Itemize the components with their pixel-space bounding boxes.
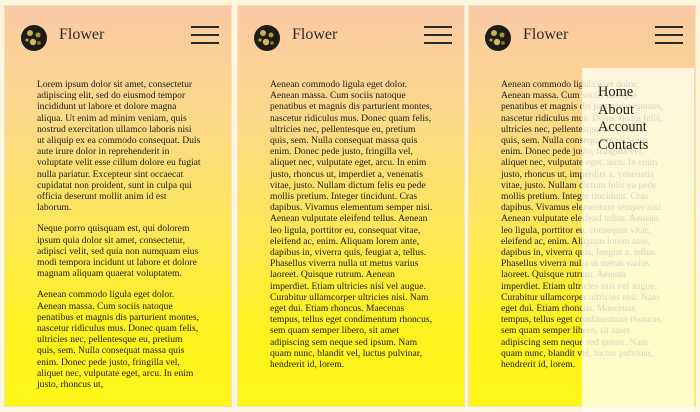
paragraph: Neque porro quisquam est, qui dolorem ip…	[37, 223, 199, 280]
app-title: Flower	[523, 26, 569, 43]
mobile-screen-1: Flower Lorem ipsum dolor sit amet, conse…	[5, 6, 231, 406]
nav-item-home[interactable]: Home	[598, 84, 694, 102]
article-text: Aenean commodo ligula eget dolor. Aenean…	[270, 79, 434, 380]
paragraph: Aenean commodo ligula eget dolor. Aenean…	[270, 79, 433, 371]
paragraph: Lorem ipsum dolor sit amet, consectetur …	[37, 79, 201, 214]
app-title: Flower	[59, 26, 105, 43]
nav-menu-list: Home About Account Contacts	[582, 68, 694, 154]
article-text: Lorem ipsum dolor sit amet, consectetur …	[37, 79, 201, 400]
header: Flower	[5, 6, 231, 68]
mobile-screen-2: Flower Aenean commodo ligula eget dolor.…	[238, 6, 464, 406]
paragraph: Aenean commodo ligula eget dolor. Aenean…	[37, 289, 199, 391]
flower-logo-icon[interactable]	[483, 23, 513, 53]
hamburger-menu-icon[interactable]	[191, 24, 219, 47]
header: Flower	[469, 6, 695, 68]
flower-logo-icon[interactable]	[252, 23, 282, 53]
nav-item-contacts[interactable]: Contacts	[598, 137, 694, 155]
flower-logo-icon[interactable]	[19, 23, 49, 53]
hamburger-menu-icon[interactable]	[424, 24, 452, 47]
nav-menu-panel: Home About Account Contacts	[582, 68, 694, 412]
hamburger-menu-icon[interactable]	[655, 24, 683, 47]
app-title: Flower	[292, 26, 338, 43]
nav-item-about[interactable]: About	[598, 102, 694, 120]
header: Flower	[238, 6, 464, 68]
nav-item-account[interactable]: Account	[598, 119, 694, 137]
